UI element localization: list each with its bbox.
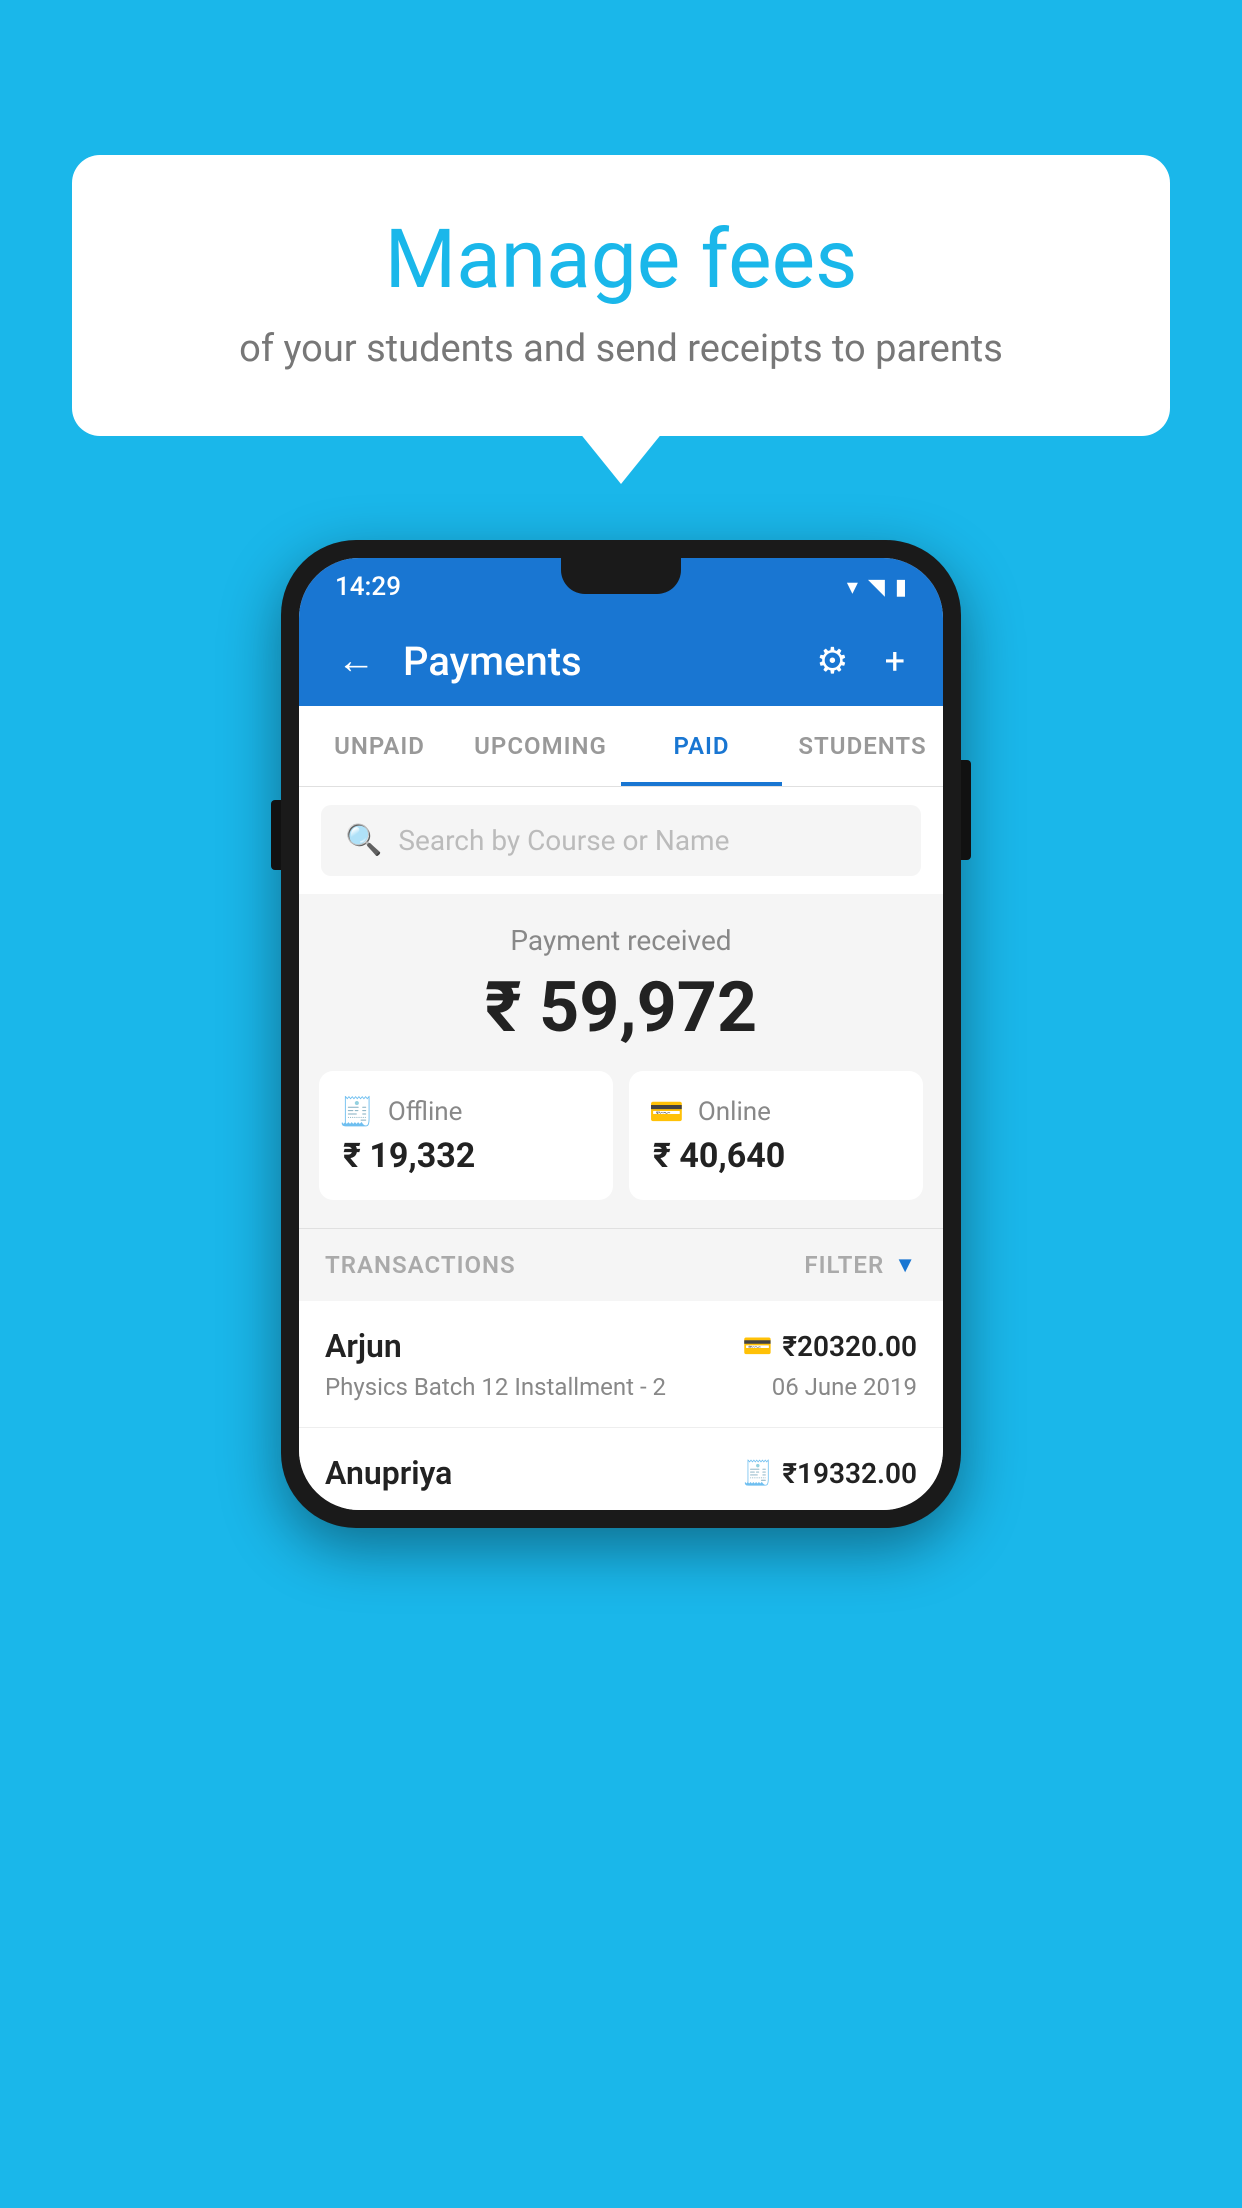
bubble-subtitle: of your students and send receipts to pa… [152,327,1090,371]
transactions-header: TRANSACTIONS FILTER ▼ [299,1228,943,1301]
bubble-title: Manage fees [152,215,1090,305]
transaction-amount: 💳 ₹20320.00 [743,1330,918,1363]
search-container: 🔍 Search by Course or Name [299,787,943,894]
amount-value: ₹20320.00 [782,1330,917,1363]
payment-label: Payment received [319,924,923,957]
back-button[interactable]: ← [329,631,383,691]
transaction-row[interactable]: Arjun 💳 ₹20320.00 Physics Batch 12 Insta… [299,1301,943,1428]
speech-bubble-container: Manage fees of your students and send re… [72,155,1170,436]
notch [561,558,681,594]
status-icons: ▾ ◥ ▮ [847,575,907,600]
online-amount: ₹ 40,640 [649,1136,785,1176]
payment-cards: 🧾 Offline ₹ 19,332 💳 Online ₹ 40,640 [319,1071,923,1200]
search-box[interactable]: 🔍 Search by Course or Name [321,805,921,876]
gear-button[interactable]: ⚙ [808,632,856,690]
battery-icon: ▮ [895,575,907,600]
offline-icon: 🧾 [339,1095,374,1128]
transaction-bottom: Physics Batch 12 Installment - 2 06 June… [325,1373,917,1401]
online-label: Online [698,1097,771,1127]
online-card-header: 💳 Online [649,1095,771,1128]
offline-label: Offline [388,1097,463,1127]
offline-amount: ₹ 19,332 [339,1136,475,1176]
speech-bubble: Manage fees of your students and send re… [72,155,1170,436]
student-name-2: Anupriya [325,1454,452,1492]
transaction-top: Arjun 💳 ₹20320.00 [325,1327,917,1365]
payment-type-icon: 💳 [743,1332,773,1360]
filter-label: FILTER [804,1251,884,1279]
tabs: UNPAID UPCOMING PAID STUDENTS [299,706,943,787]
filter-button[interactable]: FILTER ▼ [804,1251,917,1279]
offline-card-header: 🧾 Offline [339,1095,462,1128]
tab-students[interactable]: STUDENTS [782,706,943,786]
status-time: 14:29 [335,572,401,602]
phone-wrapper: 14:29 ▾ ◥ ▮ ← Payments ⚙ + UNPAID UPCOMI… [281,540,961,1528]
app-bar: ← Payments ⚙ + [299,616,943,706]
transaction-date: 06 June 2019 [772,1373,917,1401]
student-name: Arjun [325,1327,402,1365]
signal-icon: ◥ [868,575,885,600]
transaction-row-partial[interactable]: Anupriya 🧾 ₹19332.00 [299,1428,943,1510]
phone-screen: 14:29 ▾ ◥ ▮ ← Payments ⚙ + UNPAID UPCOMI… [299,558,943,1510]
search-input[interactable]: Search by Course or Name [398,824,729,857]
app-title: Payments [403,638,788,685]
online-card: 💳 Online ₹ 40,640 [629,1071,923,1200]
online-icon: 💳 [649,1095,684,1128]
course-info: Physics Batch 12 Installment - 2 [325,1373,666,1401]
phone-outer: 14:29 ▾ ◥ ▮ ← Payments ⚙ + UNPAID UPCOMI… [281,540,961,1528]
status-bar: 14:29 ▾ ◥ ▮ [299,558,943,616]
wifi-icon: ▾ [847,575,858,600]
tab-paid[interactable]: PAID [621,706,782,786]
filter-icon: ▼ [894,1252,917,1278]
transaction-top-2: Anupriya 🧾 ₹19332.00 [325,1454,917,1492]
payment-received-section: Payment received ₹ 59,972 🧾 Offline ₹ 19… [299,894,943,1228]
tab-unpaid[interactable]: UNPAID [299,706,460,786]
payment-type-icon-2: 🧾 [743,1459,773,1487]
offline-card: 🧾 Offline ₹ 19,332 [319,1071,613,1200]
transaction-amount-2: 🧾 ₹19332.00 [743,1457,918,1490]
amount-value-2: ₹19332.00 [782,1457,917,1490]
plus-button[interactable]: + [877,632,913,690]
search-icon: 🔍 [345,823,382,858]
tab-upcoming[interactable]: UPCOMING [460,706,621,786]
transactions-label: TRANSACTIONS [325,1251,516,1279]
payment-amount: ₹ 59,972 [319,967,923,1049]
